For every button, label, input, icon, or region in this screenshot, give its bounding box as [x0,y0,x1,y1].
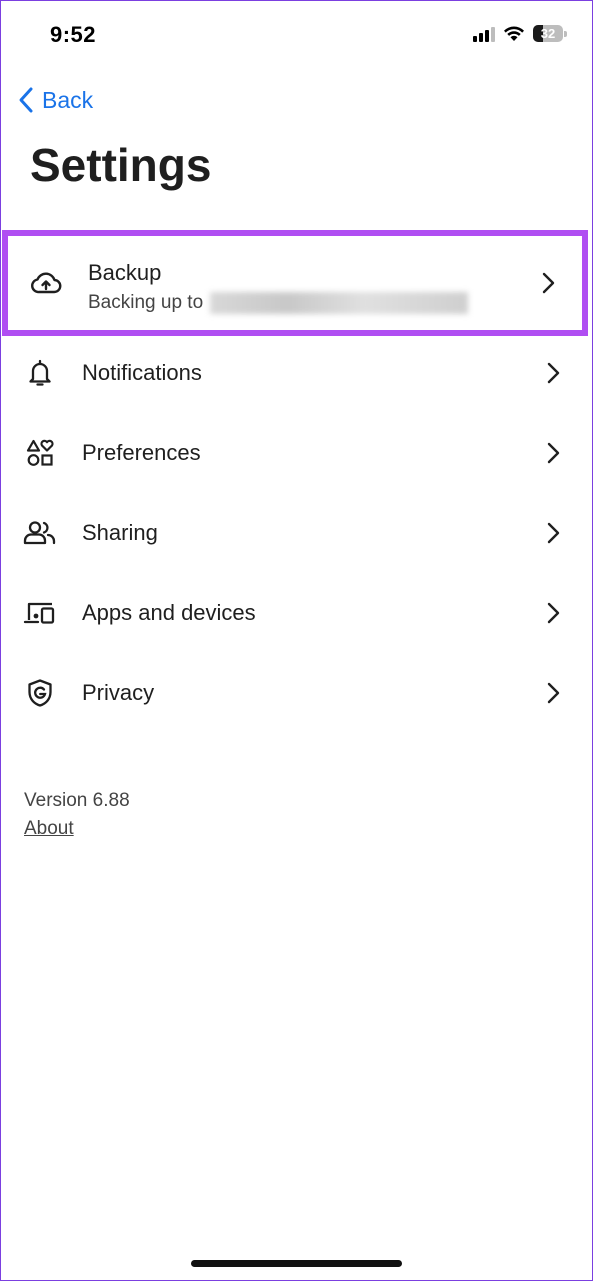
settings-item-preferences[interactable]: Preferences [0,413,593,493]
chevron-right-icon [547,522,560,544]
settings-item-label: Privacy [82,680,155,705]
chevron-right-icon [547,602,560,624]
settings-item-notifications[interactable]: Notifications [0,333,593,413]
settings-item-label: Notifications [82,360,202,385]
footer: Version 6.88 About [24,790,130,840]
status-time: 9:52 [50,22,97,47]
devices-icon [22,595,58,631]
home-indicator[interactable] [191,1260,402,1267]
settings-item-label: Apps and devices [82,600,256,625]
settings-item-label: Preferences [82,440,201,465]
bell-icon [22,355,58,391]
chevron-right-icon [542,272,555,294]
backup-status: Backing up to [88,292,469,314]
battery-tip [564,30,567,37]
shapes-icon [22,435,58,471]
redacted-account [210,292,469,314]
page-title: Settings [30,139,212,191]
status-icons: 32 [473,25,567,42]
backup-status-text: Backing up to [88,292,204,314]
settings-item-apps-and-devices[interactable]: Apps and devices [0,573,593,653]
settings-item-backup[interactable]: Backup Backing up to [2,230,588,336]
settings-item-label: Backup [88,260,162,285]
battery-level: 32 [540,26,556,41]
battery-icon: 32 [533,25,563,42]
chevron-right-icon [547,362,560,384]
back-button[interactable]: Back [18,86,93,114]
people-icon [22,515,58,551]
about-link[interactable]: About [24,818,74,840]
cellular-signal-icon [473,26,495,42]
chevron-right-icon [547,442,560,464]
back-label: Back [42,86,94,113]
version-text: Version 6.88 [24,790,130,811]
shield-g-icon [22,675,58,711]
chevron-left-icon [19,87,33,113]
wifi-icon [504,25,524,41]
settings-item-label: Sharing [82,520,158,545]
chevron-right-icon [547,682,560,704]
settings-item-sharing[interactable]: Sharing [0,493,593,573]
cloud-upload-icon [28,265,64,301]
settings-item-privacy[interactable]: Privacy [0,653,593,733]
